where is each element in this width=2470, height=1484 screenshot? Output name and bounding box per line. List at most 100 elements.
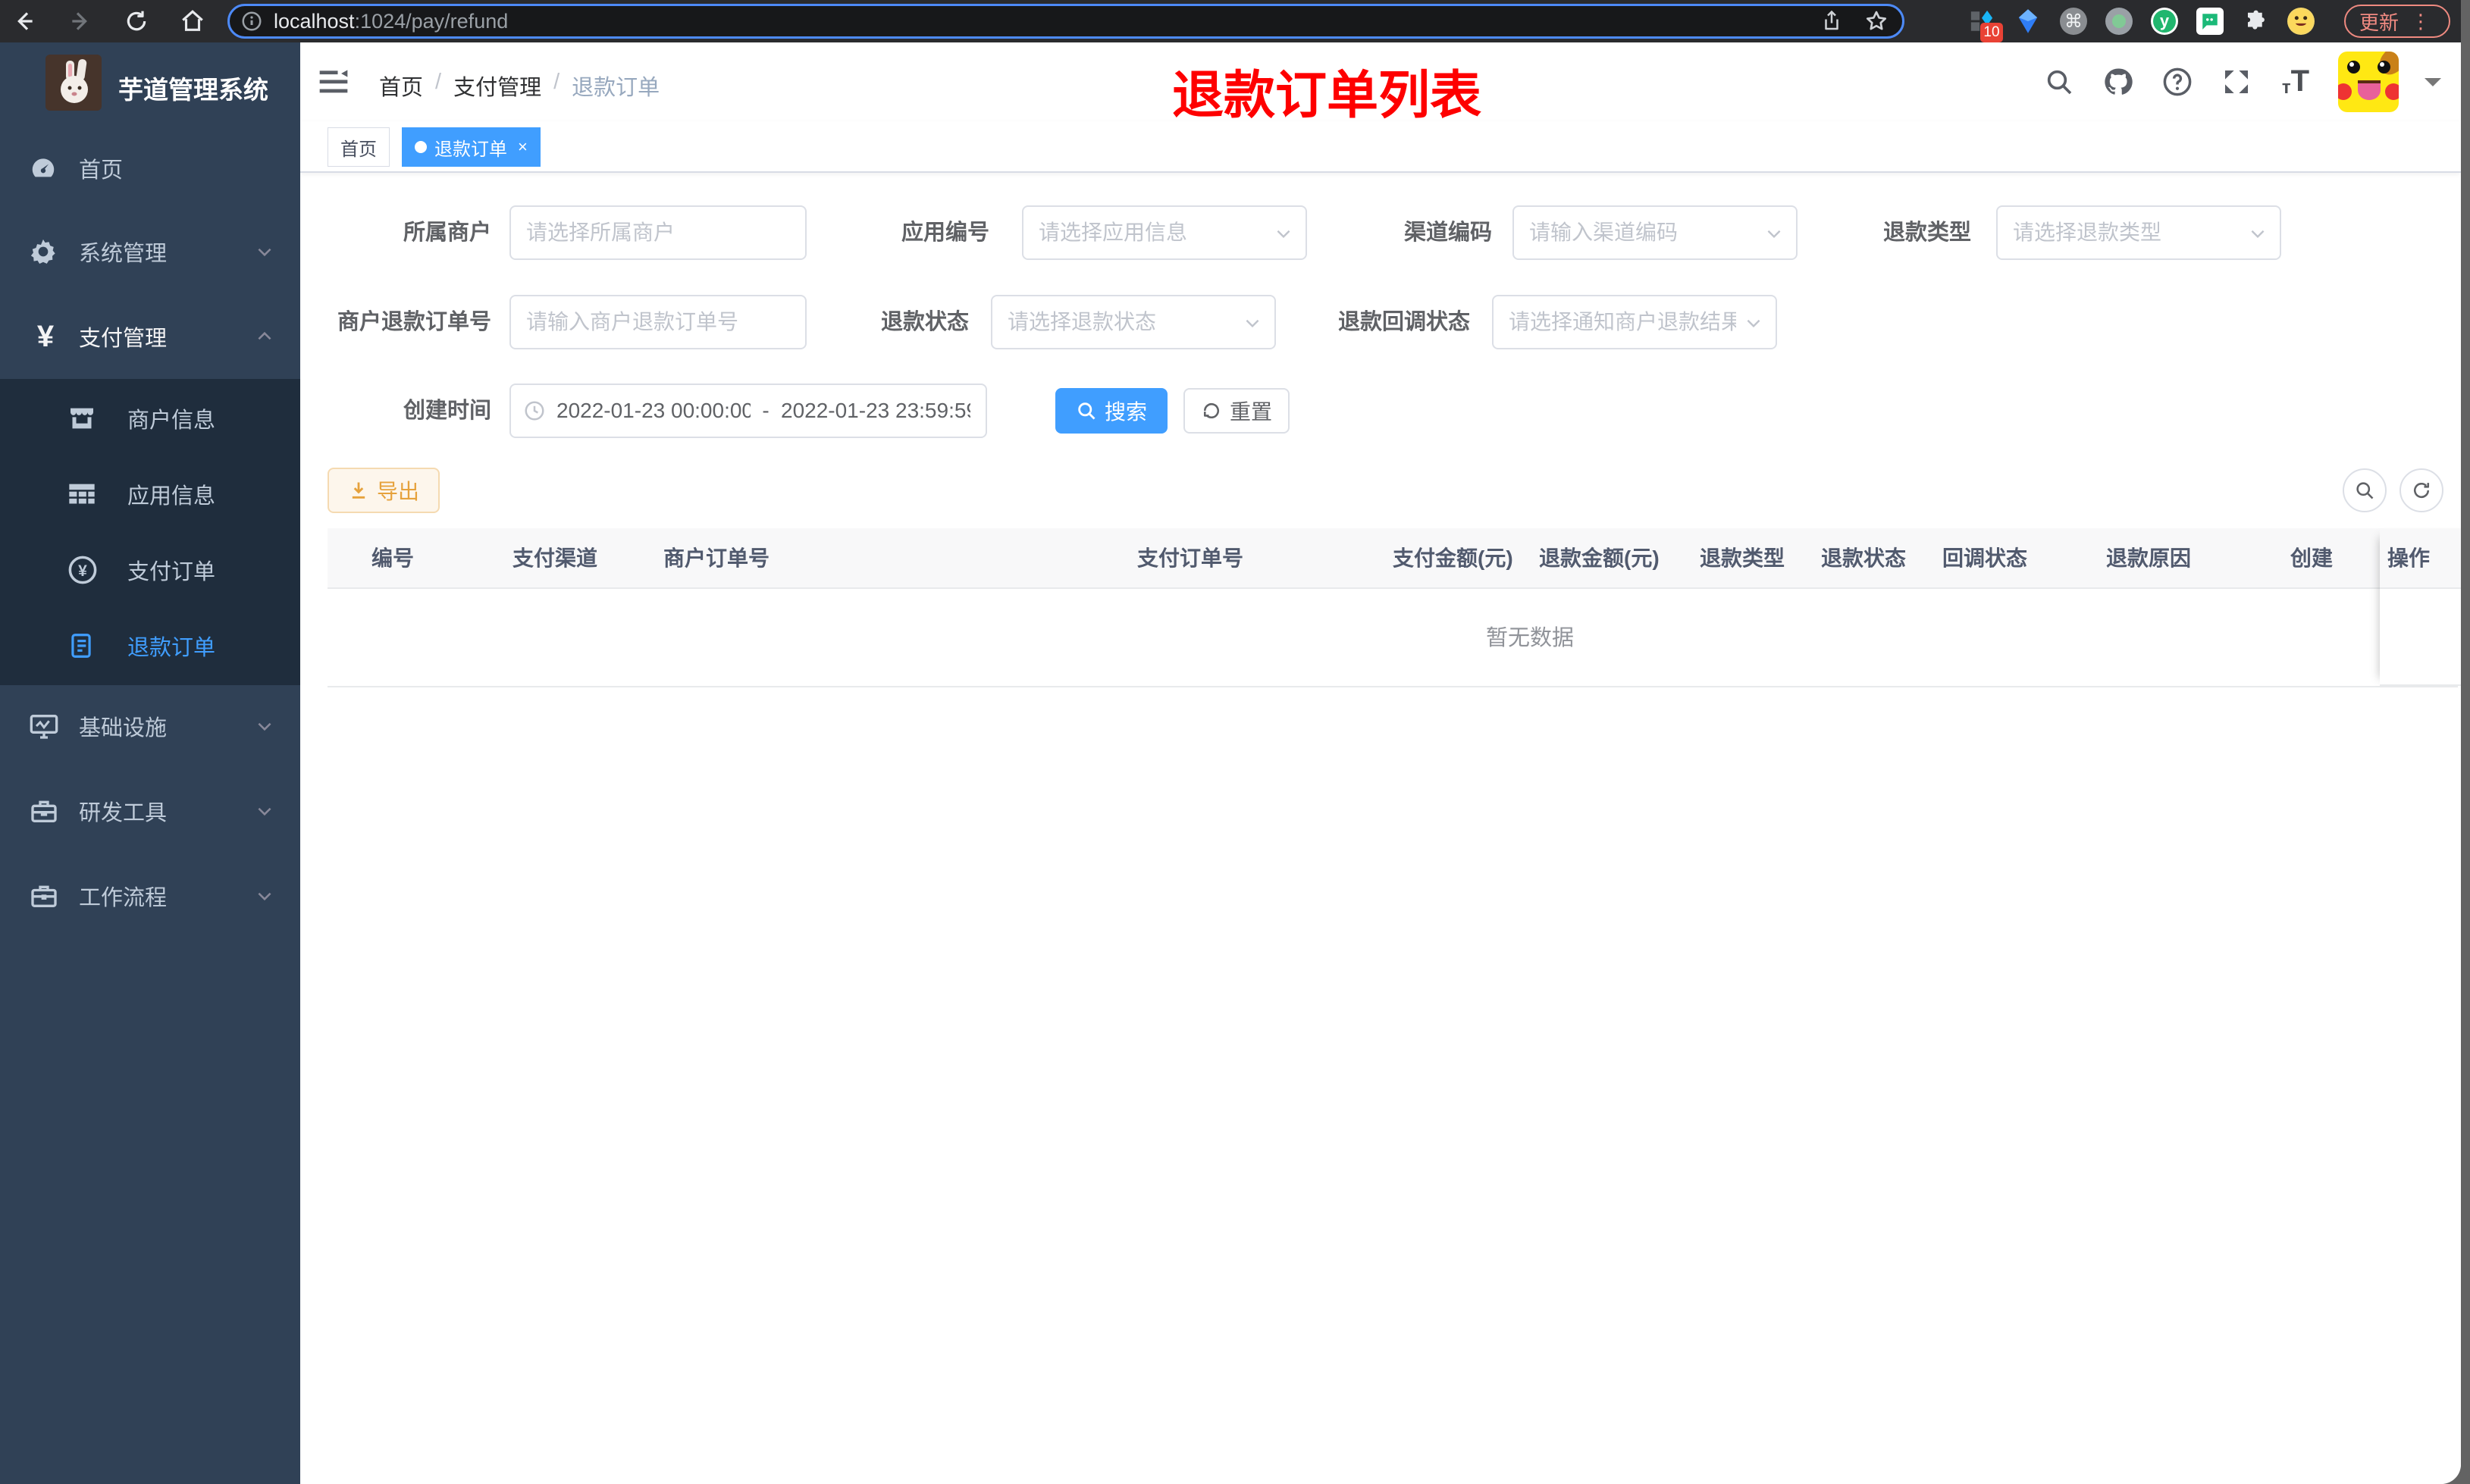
extensions-puzzle-icon[interactable] — [2242, 8, 2269, 35]
create-time-label: 创建时间 — [403, 399, 491, 423]
table-header: 编号 支付渠道 商户订单号 支付订单号 支付金额(元) 退款金额(元) 退款类型… — [328, 528, 2458, 589]
home-icon[interactable] — [177, 6, 208, 36]
chevron-down-icon — [2248, 224, 2268, 243]
sidebar-item-home[interactable]: 首页 — [0, 130, 300, 206]
fullscreen-icon[interactable] — [2220, 65, 2253, 99]
merchant-refund-no-input[interactable] — [509, 295, 807, 349]
tag-close-icon[interactable]: × — [518, 137, 528, 157]
sidebar-item-workflow[interactable]: 工作流程 — [0, 858, 300, 934]
col-id: 编号 — [371, 546, 415, 570]
document-icon — [67, 631, 100, 660]
sidebar-item-app-info[interactable]: 应用信息 — [0, 456, 300, 532]
extension-emoji-icon[interactable] — [2287, 8, 2315, 35]
shop-icon — [67, 403, 100, 434]
extension-chat-icon[interactable] — [2196, 8, 2224, 35]
browser-toolbar: localhost:1024/pay/refund 10 ⌘ y 更新 ⋮ — [0, 0, 2461, 42]
extension-green-dot-icon[interactable] — [2105, 8, 2133, 35]
share-icon[interactable] — [1820, 10, 1843, 33]
chrome-update-button[interactable]: 更新 ⋮ — [2344, 5, 2450, 38]
merchant-refund-no-label: 商户退款订单号 — [337, 310, 491, 334]
clock-icon — [523, 399, 546, 422]
refund-type-select[interactable] — [1996, 205, 2281, 260]
empty-text: 暂无数据 — [1485, 626, 1574, 650]
top-navbar: 首页 / 支付管理 / 退款订单 退款订单列表 т T — [300, 42, 2461, 124]
col-pay-order-no: 支付订单号 — [1137, 546, 1244, 570]
sidebar-logo-row[interactable]: 芋道管理系统 — [0, 42, 300, 133]
reload-icon[interactable] — [121, 6, 152, 36]
sidebar-item-system[interactable]: 系统管理 — [0, 214, 300, 290]
sidebar-item-devtools[interactable]: 研发工具 — [0, 773, 300, 849]
sidebar-toggle-icon[interactable] — [317, 65, 350, 99]
sidebar-item-merchant-info[interactable]: 商户信息 — [0, 380, 300, 456]
export-button[interactable]: 导出 — [328, 468, 440, 513]
help-icon[interactable] — [2161, 65, 2194, 99]
site-info-icon[interactable] — [240, 10, 263, 33]
merchant-input[interactable] — [509, 205, 807, 260]
refund-type-label: 退款类型 — [1882, 221, 1971, 245]
breadcrumb-pay[interactable]: 支付管理 — [453, 70, 541, 102]
toolbox-icon — [29, 796, 62, 826]
font-size-icon[interactable]: тT — [2279, 64, 2312, 99]
forward-icon[interactable] — [65, 6, 96, 36]
col-callback-status: 回调状态 — [1942, 546, 2028, 570]
breadcrumb-home[interactable]: 首页 — [379, 70, 423, 102]
gear-icon — [29, 237, 62, 266]
dashboard-icon — [29, 154, 62, 183]
notify-status-label: 退款回调状态 — [1337, 310, 1470, 334]
back-icon[interactable] — [9, 6, 39, 36]
reset-button[interactable]: 重置 — [1183, 388, 1290, 434]
page-title-annotation: 退款订单列表 — [1172, 67, 1482, 124]
breadcrumb-current: 退款订单 — [572, 76, 660, 100]
col-refund-type: 退款类型 — [1700, 546, 1785, 570]
app-label: 应用编号 — [901, 221, 989, 245]
col-action: 操作 — [2380, 528, 2461, 589]
refresh-table-button[interactable] — [2399, 468, 2443, 512]
url-bar[interactable]: localhost:1024/pay/refund — [227, 4, 1904, 39]
bookmark-star-icon[interactable] — [1864, 9, 1889, 33]
show-search-toggle-button[interactable] — [2343, 468, 2387, 512]
briefcase-icon — [29, 881, 62, 911]
browser-window: localhost:1024/pay/refund 10 ⌘ y 更新 ⋮ 芋道… — [0, 0, 2461, 1484]
merchant-label: 所属商户 — [403, 221, 491, 245]
monitor-icon — [29, 711, 62, 741]
channel-label: 渠道编码 — [1403, 221, 1492, 245]
col-refund-amount: 退款金额(元) — [1539, 546, 1660, 570]
chevron-down-icon — [255, 716, 274, 736]
grid-icon — [67, 479, 100, 509]
github-icon[interactable] — [2102, 65, 2135, 99]
chevron-down-icon — [1744, 313, 1763, 333]
col-refund-reason: 退款原因 — [2106, 546, 2192, 570]
active-dot — [415, 141, 427, 153]
chevron-down-icon — [255, 242, 274, 261]
app-select[interactable] — [1022, 205, 1307, 260]
avatar-caret-icon[interactable] — [2425, 78, 2441, 95]
search-button[interactable]: 搜索 — [1055, 388, 1168, 434]
app-title: 芋道管理系统 — [118, 76, 268, 104]
col-create-time: 创建时间 — [2290, 546, 2333, 570]
channel-select[interactable] — [1512, 205, 1798, 260]
refund-status-select[interactable] — [991, 295, 1276, 349]
col-refund-status: 退款状态 — [1821, 546, 1907, 570]
col-pay-amount: 支付金额(元) — [1393, 546, 1513, 570]
extension-kite-icon[interactable] — [2014, 8, 2042, 35]
avatar[interactable] — [2338, 52, 2399, 112]
sidebar-item-infra[interactable]: 基础设施 — [0, 688, 300, 764]
svg-text:¥: ¥ — [78, 562, 87, 580]
extension-blue-diamond-icon[interactable]: 10 — [1968, 8, 2003, 42]
extension-command-icon[interactable]: ⌘ — [2060, 8, 2087, 35]
chrome-menu-icon[interactable]: ⋮ — [2411, 11, 2431, 31]
search-icon[interactable] — [2042, 65, 2076, 99]
table-empty-row: 暂无数据 — [328, 589, 2458, 687]
sidebar-item-pay-order[interactable]: ¥ 支付订单 — [0, 532, 300, 608]
tag-home[interactable]: 首页 — [328, 127, 390, 167]
tag-refund-order[interactable]: 退款订单 × — [402, 127, 541, 167]
sidebar-item-refund-order[interactable]: 退款订单 — [0, 608, 300, 684]
notify-status-select[interactable] — [1492, 295, 1777, 349]
range-end[interactable]: 2022-01-23 23:59:59 — [781, 399, 970, 423]
app-logo — [45, 55, 102, 111]
create-time-range-picker[interactable]: 2022-01-23 00:00:00 - 2022-01-23 23:59:5… — [509, 384, 987, 438]
main-area: 首页 / 支付管理 / 退款订单 退款订单列表 т T 首页 退款订单 × 所属… — [300, 42, 2461, 1484]
sidebar-item-pay[interactable]: ¥ 支付管理 — [0, 299, 300, 374]
extension-y-icon[interactable]: y — [2151, 8, 2178, 35]
range-start[interactable]: 2022-01-23 00:00:00 — [556, 399, 751, 423]
